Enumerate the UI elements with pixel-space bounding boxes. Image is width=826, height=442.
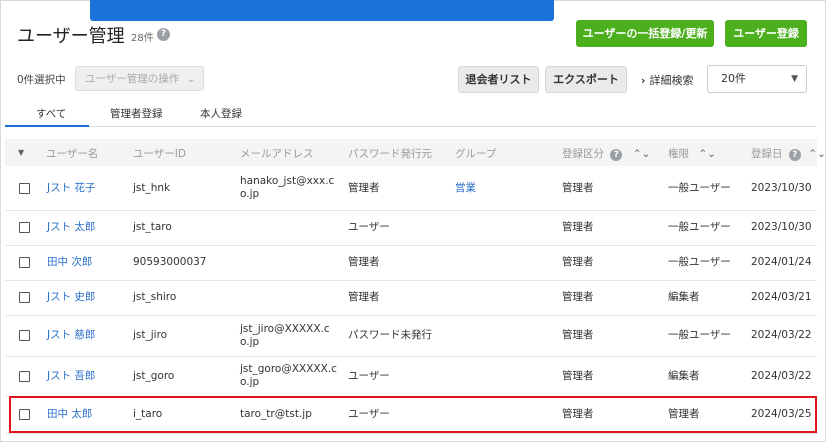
role: 編集者 xyxy=(668,369,700,382)
notification-banner xyxy=(90,0,554,21)
role: 管理者 xyxy=(668,408,700,420)
email-line-2: o.jp xyxy=(240,188,260,200)
role: 一般ユーザー xyxy=(668,329,731,341)
col-group: グループ xyxy=(455,148,497,160)
registration-type: 管理者 xyxy=(562,408,594,420)
help-icon[interactable]: ? xyxy=(788,149,801,161)
registration-date: 2024/03/22 xyxy=(751,329,812,341)
help-icon[interactable]: ? xyxy=(610,149,623,161)
sort-icon[interactable]: ⌃⌄ xyxy=(808,148,826,160)
col-date-label: 登録日 xyxy=(751,148,783,160)
password-issuer: ユーザー xyxy=(348,408,390,420)
selected-count: 0件選択中 xyxy=(17,74,66,86)
registration-type: 管理者 xyxy=(562,221,594,233)
bulk-operations-label: ユーザー管理の操作 xyxy=(85,73,180,85)
tab-all[interactable]: すべて xyxy=(36,106,66,121)
help-icon[interactable]: ? xyxy=(157,28,170,41)
row-checkbox[interactable] xyxy=(19,330,30,341)
col-registration-type-label: 登録区分 xyxy=(562,148,604,160)
email-line-1: hanako_jst@xxx.c xyxy=(240,175,335,187)
registration-date: 2024/03/25 xyxy=(751,408,812,420)
registration-type: 管理者 xyxy=(562,329,594,341)
user-id: jst_goro xyxy=(133,369,175,382)
caret-down-icon: ▼ xyxy=(791,74,798,84)
advanced-search-label: 詳細検索 xyxy=(649,74,694,87)
role: 一般ユーザー xyxy=(668,256,731,268)
bulk-operations-dropdown[interactable]: ユーザー管理の操作 ⌄ xyxy=(75,66,204,91)
user-name-link[interactable]: Jスト 慈郎 xyxy=(47,329,95,342)
user-id: i_taro xyxy=(133,408,163,420)
registration-type: 管理者 xyxy=(562,369,594,382)
page-size-value: 20件 xyxy=(721,72,746,85)
user-name-link[interactable]: Jスト 花子 xyxy=(47,182,95,195)
row-checkbox[interactable] xyxy=(19,257,30,268)
row-checkbox[interactable] xyxy=(19,182,30,194)
col-password-issuer: パスワード発行元 xyxy=(348,148,432,160)
registration-date: 2024/03/22 xyxy=(751,369,812,382)
withdrawn-list-button[interactable]: 退会者リスト xyxy=(458,66,539,93)
email: taro_tr@tst.jp xyxy=(240,408,312,420)
user-id: jst_shiro xyxy=(133,291,177,303)
email-line-1: jst_jiro@XXXXX.c xyxy=(240,322,330,335)
row-checkbox[interactable] xyxy=(19,222,30,233)
registration-date: 2024/03/21 xyxy=(751,291,812,303)
password-issuer: 管理者 xyxy=(348,291,380,303)
user-count: 28件 xyxy=(131,33,154,44)
password-issuer: 管理者 xyxy=(348,181,380,194)
page-size-select[interactable]: 20件 ▼ xyxy=(707,65,807,93)
col-user-id: ユーザーID xyxy=(133,148,186,160)
sort-icon[interactable]: ⌃⌄ xyxy=(633,148,651,160)
advanced-search-link[interactable]: › 詳細検索 xyxy=(641,72,694,88)
user-id: jst_taro xyxy=(133,221,172,233)
user-name-link[interactable]: 田中 太郎 xyxy=(47,408,92,421)
bulk-register-button[interactable]: ユーザーの一括登録/更新 xyxy=(576,20,714,47)
active-tab-indicator xyxy=(5,125,89,127)
user-id: jst_hnk xyxy=(133,181,171,194)
registration-type: 管理者 xyxy=(562,256,594,268)
tab-admin-registered[interactable]: 管理者登録 xyxy=(110,106,163,121)
user-name-link[interactable]: Jスト 太郎 xyxy=(47,221,95,234)
password-issuer: 管理者 xyxy=(348,256,380,268)
col-email: メールアドレス xyxy=(240,148,314,160)
export-button[interactable]: エクスポート xyxy=(545,66,627,93)
user-name-link[interactable]: 田中 次郎 xyxy=(47,256,92,269)
role: 一般ユーザー xyxy=(668,181,731,194)
chevron-down-icon: ⌄ xyxy=(186,73,196,85)
select-all-caret-icon[interactable]: ▼ xyxy=(18,148,24,157)
password-issuer: ユーザー xyxy=(348,369,390,382)
password-issuer: パスワード未発行 xyxy=(348,329,432,341)
email-line-2: o.jp xyxy=(240,335,260,348)
col-role-label: 権限 xyxy=(668,148,689,160)
col-registration-type[interactable]: 登録区分 ? ⌃⌄ xyxy=(562,146,650,161)
row-checkbox[interactable] xyxy=(19,409,30,420)
sort-icon[interactable]: ⌃⌄ xyxy=(698,148,716,160)
registration-date: 2023/10/30 xyxy=(751,181,812,194)
email-line-2: o.jp xyxy=(240,376,260,388)
role: 編集者 xyxy=(668,291,700,303)
row-checkbox[interactable] xyxy=(19,292,30,303)
registration-date: 2024/01/24 xyxy=(751,256,812,268)
user-name-link[interactable]: Jスト 史郎 xyxy=(47,291,95,304)
page-title: ユーザー管理 xyxy=(17,26,125,47)
group-link[interactable]: 営業 xyxy=(455,182,476,195)
password-issuer: ユーザー xyxy=(348,221,390,233)
chevron-right-icon: › xyxy=(641,74,646,87)
registration-type: 管理者 xyxy=(562,291,594,303)
row-checkbox[interactable] xyxy=(19,370,30,382)
col-name: ユーザー名 xyxy=(46,148,99,160)
registration-type: 管理者 xyxy=(562,181,594,194)
role: 一般ユーザー xyxy=(668,221,731,233)
col-role[interactable]: 権限 ⌃⌄ xyxy=(668,146,716,161)
registration-date: 2023/10/30 xyxy=(751,221,812,233)
email-line-1: jst_goro@XXXXX.c xyxy=(240,363,337,375)
col-date[interactable]: 登録日 ? ⌃⌄ xyxy=(751,146,826,161)
register-user-button[interactable]: ユーザー登録 xyxy=(725,20,807,47)
user-name-link[interactable]: Jスト 吾郎 xyxy=(47,370,95,383)
user-id: 90593000037 xyxy=(133,256,207,268)
user-id: jst_jiro xyxy=(133,329,168,341)
tab-self-registered[interactable]: 本人登録 xyxy=(200,106,242,121)
